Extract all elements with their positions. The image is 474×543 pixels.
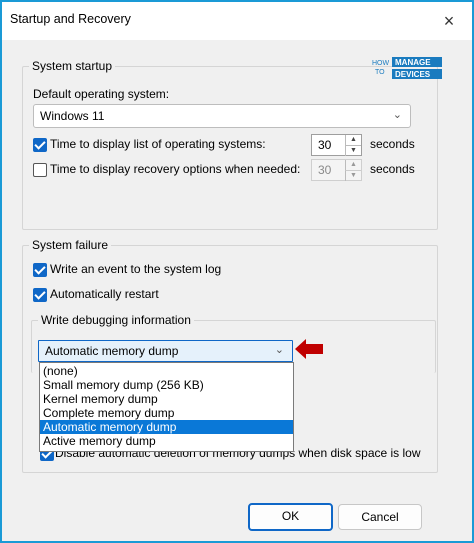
chevron-down-icon: ⌄ <box>392 109 402 121</box>
dump-type-dropdown: (none) Small memory dump (256 KB) Kernel… <box>39 362 294 452</box>
dump-option-complete[interactable]: Complete memory dump <box>40 406 293 420</box>
dialog-window: Startup and Recovery × System startup HO… <box>0 0 474 543</box>
close-icon[interactable]: × <box>436 8 462 34</box>
ok-button[interactable]: OK <box>248 503 333 531</box>
spin-up-icon[interactable]: ▲ <box>345 135 361 145</box>
seconds-label-1: seconds <box>370 137 415 151</box>
howtomanagedevices-logo: HOW TO MANAGE DEVICES <box>372 56 444 82</box>
write-event-label: Write an event to the system log <box>50 262 222 276</box>
logo-devices: DEVICES <box>395 70 431 79</box>
default-os-select[interactable]: Windows 11 ⌄ <box>33 104 411 128</box>
logo-how: HOW <box>372 60 390 67</box>
cancel-button[interactable]: Cancel <box>338 504 422 530</box>
seconds-label-2: seconds <box>370 162 415 176</box>
display-list-label: Time to display list of operating system… <box>50 137 266 151</box>
title-bar: Startup and Recovery × <box>2 2 472 40</box>
logo-to: TO <box>375 69 385 76</box>
display-list-stepper[interactable]: 30 ▲ ▼ <box>311 134 362 156</box>
display-recovery-value: 30 <box>318 163 332 177</box>
display-list-checkbox[interactable] <box>33 138 47 152</box>
dump-option-none[interactable]: (none) <box>40 364 293 378</box>
display-recovery-checkbox[interactable] <box>33 163 47 177</box>
write-debugging-legend: Write debugging information <box>38 313 194 327</box>
chevron-down-icon: ⌄ <box>274 344 284 356</box>
display-list-value: 30 <box>318 138 332 152</box>
dump-option-automatic[interactable]: Automatic memory dump <box>40 420 293 434</box>
system-failure-legend: System failure <box>29 238 112 252</box>
auto-restart-label: Automatically restart <box>50 287 159 301</box>
window-title: Startup and Recovery <box>10 12 131 26</box>
dump-option-active[interactable]: Active memory dump <box>40 434 293 448</box>
spin-up-icon[interactable]: ▲ <box>345 160 361 170</box>
spin-down-icon[interactable]: ▼ <box>345 145 361 156</box>
dump-option-small[interactable]: Small memory dump (256 KB) <box>40 378 293 392</box>
default-os-label: Default operating system: <box>33 87 170 101</box>
logo-manage: MANAGE <box>395 58 431 67</box>
auto-restart-checkbox[interactable] <box>33 288 47 302</box>
display-recovery-label: Time to display recovery options when ne… <box>50 162 301 176</box>
dump-type-select[interactable]: Automatic memory dump ⌄ <box>38 340 293 362</box>
system-startup-legend: System startup <box>29 59 116 73</box>
write-event-checkbox[interactable] <box>33 263 47 277</box>
default-os-value: Windows 11 <box>40 109 105 123</box>
display-recovery-stepper[interactable]: 30 ▲ ▼ <box>311 159 362 181</box>
dump-type-value: Automatic memory dump <box>45 344 179 358</box>
red-arrow-annotation <box>295 339 323 359</box>
spin-down-icon[interactable]: ▼ <box>345 170 361 181</box>
dump-option-kernel[interactable]: Kernel memory dump <box>40 392 293 406</box>
